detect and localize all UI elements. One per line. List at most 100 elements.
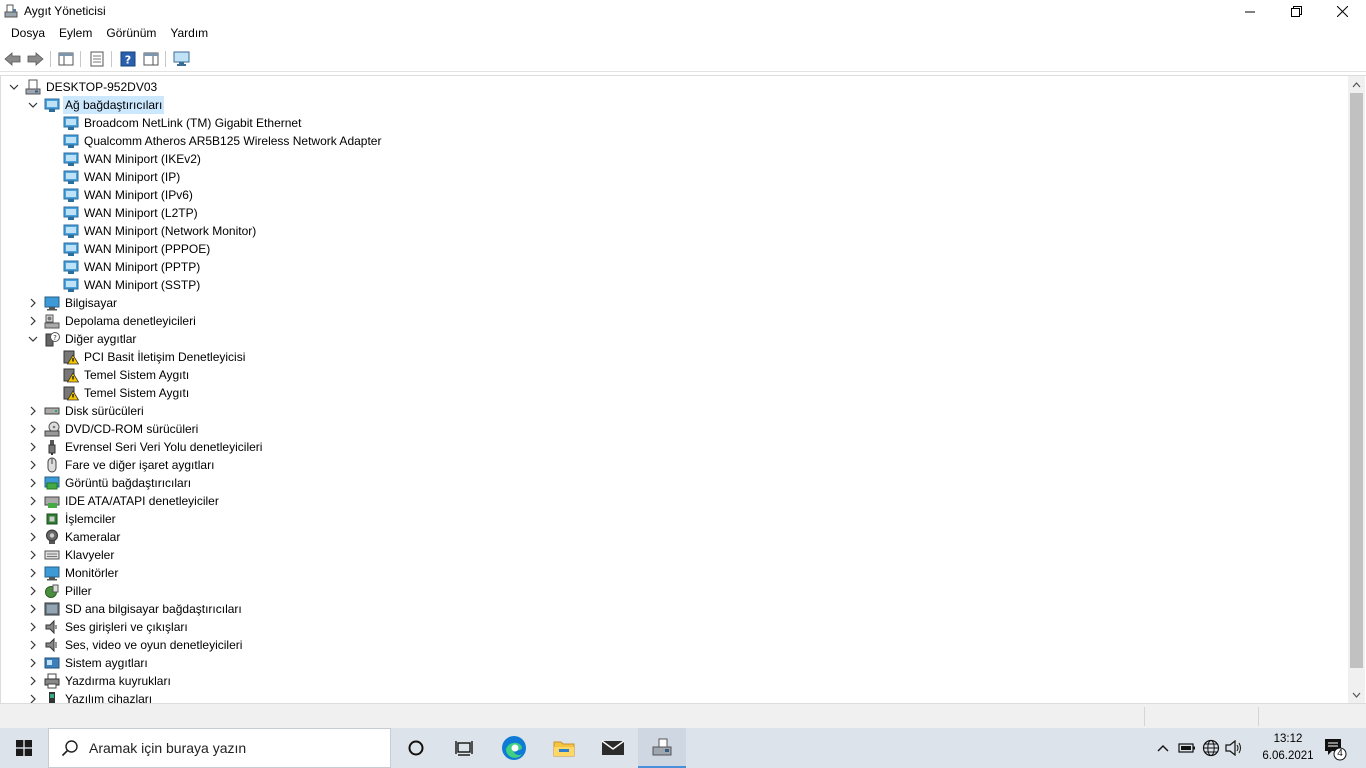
chevron-right-icon[interactable] [27,438,39,456]
chevron-right-icon[interactable] [27,582,39,600]
cortana-button[interactable] [392,728,440,768]
sound-controller-icon [45,637,57,653]
warning-device-icon [63,386,79,401]
chevron-right-icon[interactable] [27,636,39,654]
chevron-right-icon[interactable] [27,564,39,582]
edge-browser-icon [502,736,526,760]
network-adapter-icon [63,242,79,256]
status-separator [1144,707,1145,726]
chevron-up-icon [1157,745,1169,752]
action-center-button[interactable]: 4 [1318,736,1348,762]
category-label: Disk sürücüleri [65,404,144,418]
task-view-icon [455,741,473,756]
monitor-icon [44,296,60,311]
system-devices-icon [44,657,60,669]
category-label: Klavyeler [65,548,115,562]
device-tree-pane: DESKTOP-952DV03 Ağ bağdaştırıcıları Broa… [0,75,1366,703]
chevron-down-icon[interactable] [8,78,20,96]
category-label: DVD/CD-ROM sürücüleri [65,422,199,436]
start-button[interactable] [0,728,48,768]
chevron-down-icon [1352,692,1361,698]
edge-taskbar-button[interactable] [490,728,538,768]
chevron-right-icon[interactable] [27,528,39,546]
properties-button[interactable] [87,49,107,69]
chevron-right-icon[interactable] [27,474,39,492]
device-label: WAN Miniport (IPv6) [84,188,193,202]
network-adapter-icon [63,260,79,274]
category-label: Piller [65,584,92,598]
forward-button[interactable] [25,49,45,69]
device-label: WAN Miniport (IKEv2) [84,152,201,166]
close-icon [1336,6,1348,17]
device-label: WAN Miniport (SSTP) [84,278,201,292]
display-adapter-icon [44,476,60,490]
chevron-right-icon[interactable] [27,618,39,636]
network-adapter-icon [63,116,79,130]
mail-button[interactable] [589,728,637,768]
device-manager-icon [652,738,672,756]
device-label: Qualcomm Atheros AR5B125 Wireless Networ… [84,134,382,148]
category-label: Yazdırma kuyrukları [65,674,171,688]
unknown-device-icon: ? [45,332,60,347]
properties-icon [90,51,104,67]
vertical-scrollbar[interactable] [1348,76,1365,703]
task-view-button[interactable] [440,728,488,768]
minimize-button[interactable] [1227,0,1273,23]
toolbar: ? [0,45,1366,72]
close-button[interactable] [1319,0,1365,23]
category-label: Görüntü bağdaştırıcıları [65,476,192,490]
chevron-right-icon[interactable] [27,294,39,312]
audio-input-icon [45,619,57,635]
computer-name: DESKTOP-952DV03 [46,80,158,94]
chevron-right-icon[interactable] [27,402,39,420]
action-pane-button[interactable] [141,49,161,69]
battery-button[interactable] [1178,739,1196,757]
chevron-right-icon[interactable] [27,420,39,438]
menu-view[interactable]: Görünüm [99,23,163,44]
device-manager-taskbar-button[interactable] [638,728,686,768]
printer-icon [44,673,60,689]
chevron-right-icon[interactable] [27,600,39,618]
network-button[interactable] [1202,739,1220,757]
scroll-down-button[interactable] [1348,686,1365,703]
status-bar [0,703,1366,728]
chevron-down-icon[interactable] [27,96,39,114]
disk-drive-icon [44,407,60,415]
menu-action[interactable]: Eylem [52,23,99,44]
volume-button[interactable] [1225,739,1243,757]
menu-file[interactable]: Dosya [4,23,52,44]
scan-hardware-button[interactable] [172,49,192,69]
chevron-right-icon[interactable] [27,690,39,703]
file-explorer-button[interactable] [540,728,588,768]
chevron-right-icon[interactable] [27,672,39,690]
restore-button[interactable] [1273,0,1319,23]
show-hide-console-tree-button[interactable] [56,49,76,69]
help-button[interactable]: ? [118,49,138,69]
chevron-down-icon[interactable] [27,330,39,348]
network-adapter-icon [63,170,79,184]
show-hidden-icons-button[interactable] [1154,739,1172,757]
scrollbar-thumb[interactable] [1350,93,1363,668]
back-button[interactable] [3,49,23,69]
taskbar-clock[interactable]: 13:12 6.06.2021 [1252,731,1324,765]
scroll-up-button[interactable] [1348,76,1365,93]
menu-help[interactable]: Yardım [163,23,215,44]
chevron-right-icon[interactable] [27,492,39,510]
network-adapter-icon [63,278,79,292]
computer-icon [25,79,41,95]
toolbar-separator [50,51,51,67]
chevron-right-icon[interactable] [27,312,39,330]
chevron-right-icon[interactable] [27,510,39,528]
chevron-right-icon[interactable] [27,546,39,564]
device-label: Temel Sistem Aygıtı [84,368,190,382]
minimize-icon [1245,11,1255,12]
device-label: WAN Miniport (PPPOE) [84,242,211,256]
cortana-circle-icon [408,740,424,756]
chevron-right-icon[interactable] [27,654,39,672]
category-label: Ses, video ve oyun denetleyicileri [65,638,243,652]
taskbar-search-box[interactable]: Aramak için buraya yazın [48,728,391,768]
restore-icon [1290,6,1302,17]
device-label: Broadcom NetLink (TM) Gigabit Ethernet [84,116,302,130]
speaker-icon [1225,740,1241,756]
chevron-right-icon[interactable] [27,456,39,474]
